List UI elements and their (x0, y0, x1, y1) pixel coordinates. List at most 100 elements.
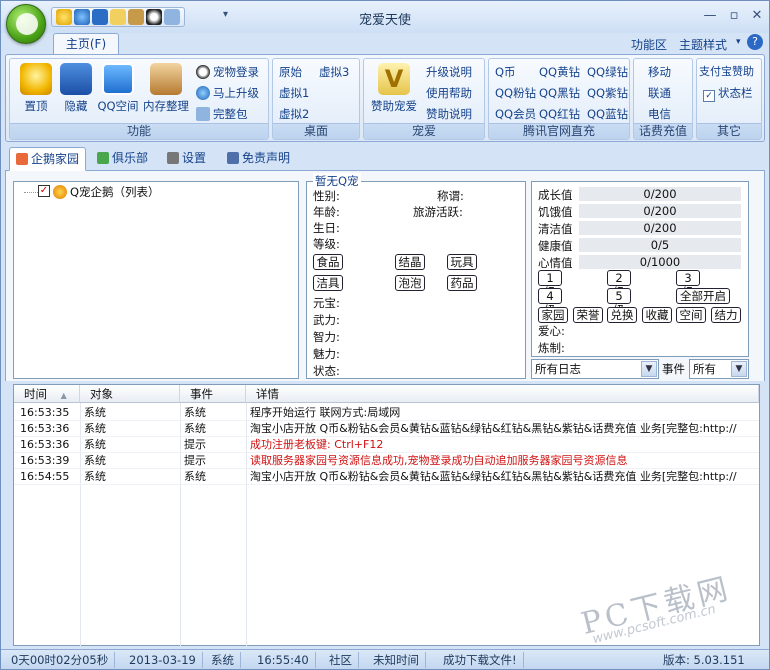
close-button[interactable]: ✕ (748, 8, 766, 23)
log-row[interactable]: 16:53:35 系统 系统 程序开始运行 联网方式:局域网 (14, 405, 759, 421)
tree-root-checkbox[interactable]: ✓ (38, 185, 50, 197)
tab-penguin-home[interactable]: 企鹅家园 (9, 147, 87, 171)
restore-button[interactable]: ▫ (725, 8, 743, 23)
food-button[interactable]: 食品 (313, 254, 343, 270)
recharge-yellow[interactable]: QQ黄钻 (539, 63, 580, 81)
medicine-button[interactable]: 药品 (447, 275, 477, 291)
recharge-green[interactable]: QQ绿钻 (587, 63, 628, 81)
group-pet-label: 宠爱 (364, 123, 484, 139)
log-time: 16:53:36 (20, 438, 70, 451)
level1-button[interactable]: 1级 (538, 270, 562, 299)
app-orb-button[interactable] (6, 4, 46, 44)
group-function: 置顶 隐藏 QQ空间 内存整理 宠物登录 马上升级 完整包 功能 (9, 58, 269, 140)
alipay-sponsor-button[interactable]: 支付宝赞助 (699, 63, 754, 81)
status-version: 版本: 5.03.151 (663, 653, 745, 667)
field-level: 等级: (313, 237, 340, 251)
pet-login-button[interactable]: 宠物登录 (196, 63, 259, 81)
statusbar-checkbox[interactable]: ✓ (703, 90, 715, 102)
recharge-qb[interactable]: Q币 (495, 63, 516, 81)
tab-disclaimer[interactable]: 免责声明 (221, 147, 296, 171)
event-filter-select[interactable]: 所有 ▼ (689, 359, 749, 379)
sponsor-button[interactable]: V 赞助宠爱 (366, 63, 422, 114)
group-tencent: Q币 QQ黄钻 QQ绿钻 QQ粉钻 QQ黑钻 QQ紫钻 QQ会员 QQ红钻 QQ… (488, 58, 630, 140)
club-icon (97, 152, 109, 164)
level5-button[interactable]: 5级 (607, 288, 631, 317)
status-bar: 0天00时02分05秒 2013-03-19 系统 16:55:40 社区 未知… (1, 649, 769, 669)
tab-settings[interactable]: 设置 (161, 147, 212, 171)
log-object: 系统 (84, 406, 106, 419)
sponsor-label: 赞助宠爱 (371, 99, 417, 113)
tab-main[interactable]: 主页(F) (53, 33, 119, 55)
col-event-header[interactable]: 事件 (180, 385, 246, 403)
theme-style-link[interactable]: 主题样式 (679, 36, 727, 53)
recharge-black[interactable]: QQ黑钻 (539, 84, 580, 102)
col-detail-header[interactable]: 详情 (246, 385, 759, 403)
log-time: 16:53:39 (20, 454, 70, 467)
recharge-purple[interactable]: QQ紫钻 (587, 84, 628, 102)
chevron-down-icon: ▼ (641, 361, 657, 377)
ribbon: 置顶 隐藏 QQ空间 内存整理 宠物登录 马上升级 完整包 功能 原始 虚拟3 … (5, 54, 765, 142)
field-charm: 魅力: (313, 347, 340, 361)
phone-unicom[interactable]: 联通 (648, 84, 671, 102)
crystal-button[interactable]: 结晶 (395, 254, 425, 270)
field-refine: 炼制: (538, 341, 565, 355)
upgrade-now-button[interactable]: 马上升级 (196, 84, 259, 102)
qq-space-button[interactable]: QQ空间 (96, 63, 140, 114)
exchange-button[interactable]: 兑换 (607, 307, 637, 323)
memory-clean-button[interactable]: 内存整理 (140, 63, 192, 114)
toy-button[interactable]: 玩具 (447, 254, 477, 270)
honor-button[interactable]: 荣誉 (573, 307, 603, 323)
event-filter-label: 事件 (662, 362, 685, 376)
tree-root-label[interactable]: Q宠企鹅（列表） (70, 184, 160, 200)
col-time-header[interactable]: 时间 ▲ (14, 385, 80, 403)
recharge-red[interactable]: QQ红钻 (539, 105, 580, 123)
desktop-virtual1[interactable]: 虚拟1 (279, 84, 309, 102)
power-button[interactable]: 结力 (711, 307, 741, 323)
phone-telecom[interactable]: 电信 (648, 105, 671, 123)
group-other-label: 其它 (697, 123, 761, 139)
log-row[interactable]: 16:53:36 系统 提示 成功注册老板键: Ctrl+F12 (14, 437, 759, 453)
level2-button[interactable]: 2级 (607, 270, 631, 299)
space-button[interactable]: 空间 (676, 307, 706, 323)
home-button[interactable]: 家园 (538, 307, 568, 323)
group-desktop-label: 桌面 (273, 123, 359, 139)
window-title: 宠爱天使 (358, 13, 411, 28)
pin-top-button[interactable]: 置顶 (14, 63, 58, 114)
stat-growth-bar: 0/200 (579, 187, 741, 201)
sponsor-info-button[interactable]: 赞助说明 (426, 105, 472, 123)
open-all-button[interactable]: 全部开启 (676, 288, 730, 304)
level4-button[interactable]: 4级 (538, 288, 562, 317)
bubble-button[interactable]: 泡泡 (395, 275, 425, 291)
recharge-member[interactable]: QQ会员 (495, 105, 536, 123)
desktop-virtual2[interactable]: 虚拟2 (279, 105, 309, 123)
ribbon-toggle-link[interactable]: 功能区 (631, 36, 667, 53)
minimize-button[interactable]: — (701, 8, 719, 23)
package-icon (196, 107, 210, 121)
log-row[interactable]: 16:53:36 系统 系统 淘宝小店开放 Q币&粉钻&会员&黄钻&蓝钻&绿钻&红钻&… (14, 421, 759, 437)
recharge-pink[interactable]: QQ粉钻 (495, 84, 536, 102)
level3-button[interactable]: 3级 (676, 270, 700, 299)
disclaimer-icon (227, 152, 239, 164)
upgrade-info-button[interactable]: 升级说明 (426, 63, 472, 81)
stat-hunger-label: 饥饿值 (538, 205, 573, 219)
tab-club[interactable]: 俱乐部 (91, 147, 154, 171)
full-package-button[interactable]: 完整包 (196, 105, 248, 123)
statusbar-toggle[interactable]: ✓ 状态栏 (703, 84, 753, 102)
desktop-original[interactable]: 原始 (279, 63, 302, 81)
recharge-blue[interactable]: QQ蓝钻 (587, 105, 628, 123)
help-button[interactable]: 使用帮助 (426, 84, 472, 102)
theme-dropdown-icon[interactable]: ▾ (736, 37, 741, 47)
phone-mobile[interactable]: 移动 (648, 63, 671, 81)
collect-button[interactable]: 收藏 (642, 307, 672, 323)
log-filter-select[interactable]: 所有日志 ▼ (531, 359, 659, 379)
hide-button[interactable]: 隐藏 (54, 63, 98, 114)
help-icon[interactable]: ? (747, 34, 763, 50)
log-row[interactable]: 16:54:55 系统 系统 淘宝小店开放 Q币&粉钻&会员&黄钻&蓝钻&绿钻&红钻&… (14, 469, 759, 485)
desktop-virtual3[interactable]: 虚拟3 (319, 63, 349, 81)
field-age: 年龄: (313, 205, 340, 219)
log-event: 提示 (184, 438, 206, 451)
log-row[interactable]: 16:53:39 系统 提示 读取服务器家园号资源信息成功,宠物登录成功自动追加服务器… (14, 453, 759, 469)
chevron-down-icon: ▼ (731, 361, 747, 377)
col-object-header[interactable]: 对象 (80, 385, 180, 403)
clean-button[interactable]: 洁具 (313, 275, 343, 291)
